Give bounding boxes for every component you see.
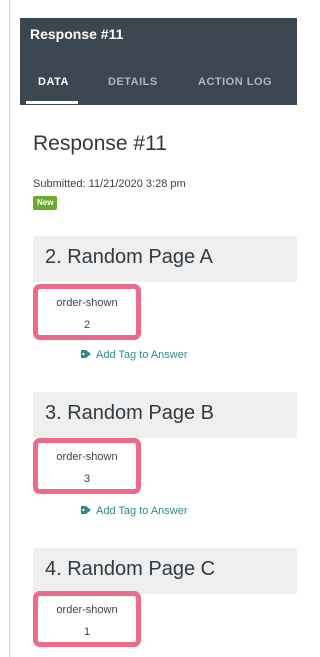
question-header: 3. Random Page B [33,392,297,438]
answer-value: 1 [83,626,91,638]
answer-label: order-shown [56,604,118,616]
question-title: 3. Random Page B [45,402,214,424]
answer-label: order-shown [56,451,118,463]
tag-icon [80,505,92,518]
question-header: 2. Random Page A [33,236,297,282]
question-header: 4. Random Page C [33,548,297,594]
status-badge: New [33,196,58,210]
question-title: 2. Random Page A [45,246,213,268]
add-tag-link[interactable]: Add Tag to Answer [80,349,188,362]
answer-value: 3 [83,473,91,485]
answer-field: order-shown 2 [33,284,141,340]
header-bar: Response #11 DATA DETAILS ACTION LOG [20,18,297,105]
question-title: 4. Random Page C [45,558,216,580]
tab-data[interactable]: DATA [38,76,69,88]
active-tab-indicator [26,101,78,104]
header-title: Response #11 [30,26,124,42]
tab-action-log[interactable]: ACTION LOG [198,76,272,88]
answer-field: order-shown 3 [33,438,141,494]
answer-field: order-shown 1 [33,591,141,647]
add-tag-label: Add Tag to Answer [96,349,188,361]
add-tag-link[interactable]: Add Tag to Answer [80,505,188,518]
answer-value: 2 [83,319,91,331]
submitted-timestamp: Submitted: 11/21/2020 3:28 pm [33,178,186,190]
response-panel: Response #11 DATA DETAILS ACTION LOG Res… [0,0,297,657]
add-tag-label: Add Tag to Answer [96,505,188,517]
tab-details[interactable]: DETAILS [108,76,158,88]
divider [9,0,10,657]
page-title: Response #11 [33,132,167,155]
answer-label: order-shown [56,297,118,309]
tag-icon [80,349,92,362]
